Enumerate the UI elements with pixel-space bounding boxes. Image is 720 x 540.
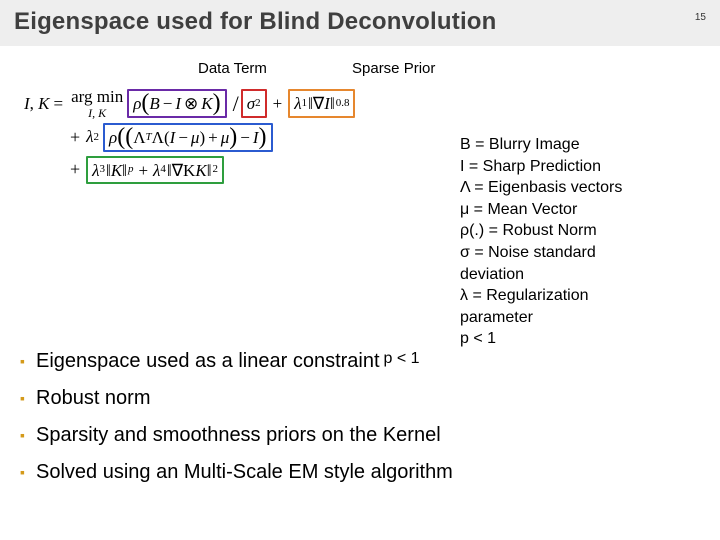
legend: B = Blurry Image I = Sharp Prediction Λ … (460, 134, 700, 350)
equation-line-3: + λ3 Kp + λ4 ∇KK2 (70, 156, 454, 184)
legend-rho: ρ(.) = Robust Norm (460, 220, 700, 242)
annotation-data-term: Data Term (198, 60, 267, 77)
bullet-3: ▪ Sparsity and smoothness priors on the … (20, 424, 700, 447)
bullet-2: ▪ Robust norm (20, 387, 700, 410)
bullet-marker-icon: ▪ (20, 461, 36, 483)
sparse-prior-box: λ1 ∇I0.8 (288, 89, 355, 117)
legend-B: B = Blurry Image (460, 134, 700, 156)
page-number: 15 (695, 12, 706, 23)
sigma-box: σ2 (241, 89, 267, 117)
argmin: arg min I, K (71, 88, 123, 119)
sym-K: K (38, 94, 49, 114)
bullet-marker-icon: ▪ (20, 350, 36, 372)
legend-Lambda: Λ = Eigenbasis vectors (460, 177, 700, 199)
bullet-4: ▪ Solved using an Multi-Scale EM style a… (20, 461, 700, 484)
content-area: Data Term Sparse Prior I , K = arg min I… (0, 46, 720, 184)
eigenspace-term-box: ρ ( ( ΛT Λ ( I − μ ) + μ ) − I ) (103, 123, 273, 152)
legend-sigma: σ = Noise standard (460, 242, 700, 264)
bullet-marker-icon: ▪ (20, 387, 36, 409)
legend-mu: μ = Mean Vector (460, 199, 700, 221)
bullet-1-tail: p < 1 (384, 350, 420, 368)
bullet-list: ▪ Eigenspace used as a linear constraint… (20, 340, 700, 498)
legend-sigma2: deviation (460, 264, 700, 286)
bullet-marker-icon: ▪ (20, 424, 36, 446)
bullet-4-text: Solved using an Multi-Scale EM style alg… (36, 461, 453, 484)
equation-line-1: I , K = arg min I, K ρ ( B − I ⊗ K ) (24, 88, 454, 119)
slide-title: Eigenspace used for Blind Deconvolution (14, 8, 706, 36)
bullet-1-text: Eigenspace used as a linear constraint (36, 350, 380, 373)
equation-annotations: Data Term Sparse Prior (24, 56, 696, 84)
bullet-2-text: Robust norm (36, 387, 151, 410)
bullet-1: ▪ Eigenspace used as a linear constraint… (20, 350, 700, 373)
sigma-divider (225, 98, 229, 109)
data-term-box: ρ ( B − I ⊗ K ) (127, 89, 226, 118)
equation-block: I , K = arg min I, K ρ ( B − I ⊗ K ) (24, 88, 454, 184)
legend-lambda: λ = Regularization (460, 285, 700, 307)
slide: Eigenspace used for Blind Deconvolution … (0, 0, 720, 540)
legend-lambda2: parameter (460, 307, 700, 329)
legend-I: I = Sharp Prediction (460, 156, 700, 178)
bullet-3-text: Sparsity and smoothness priors on the Ke… (36, 424, 441, 447)
equation-line-2: + λ2 ρ ( ( ΛT Λ ( I − μ ) + μ ) − (70, 123, 454, 152)
kernel-priors-box: λ3 Kp + λ4 ∇KK2 (86, 156, 224, 184)
annotation-sparse-prior: Sparse Prior (352, 60, 435, 77)
title-bar: Eigenspace used for Blind Deconvolution (0, 0, 720, 46)
